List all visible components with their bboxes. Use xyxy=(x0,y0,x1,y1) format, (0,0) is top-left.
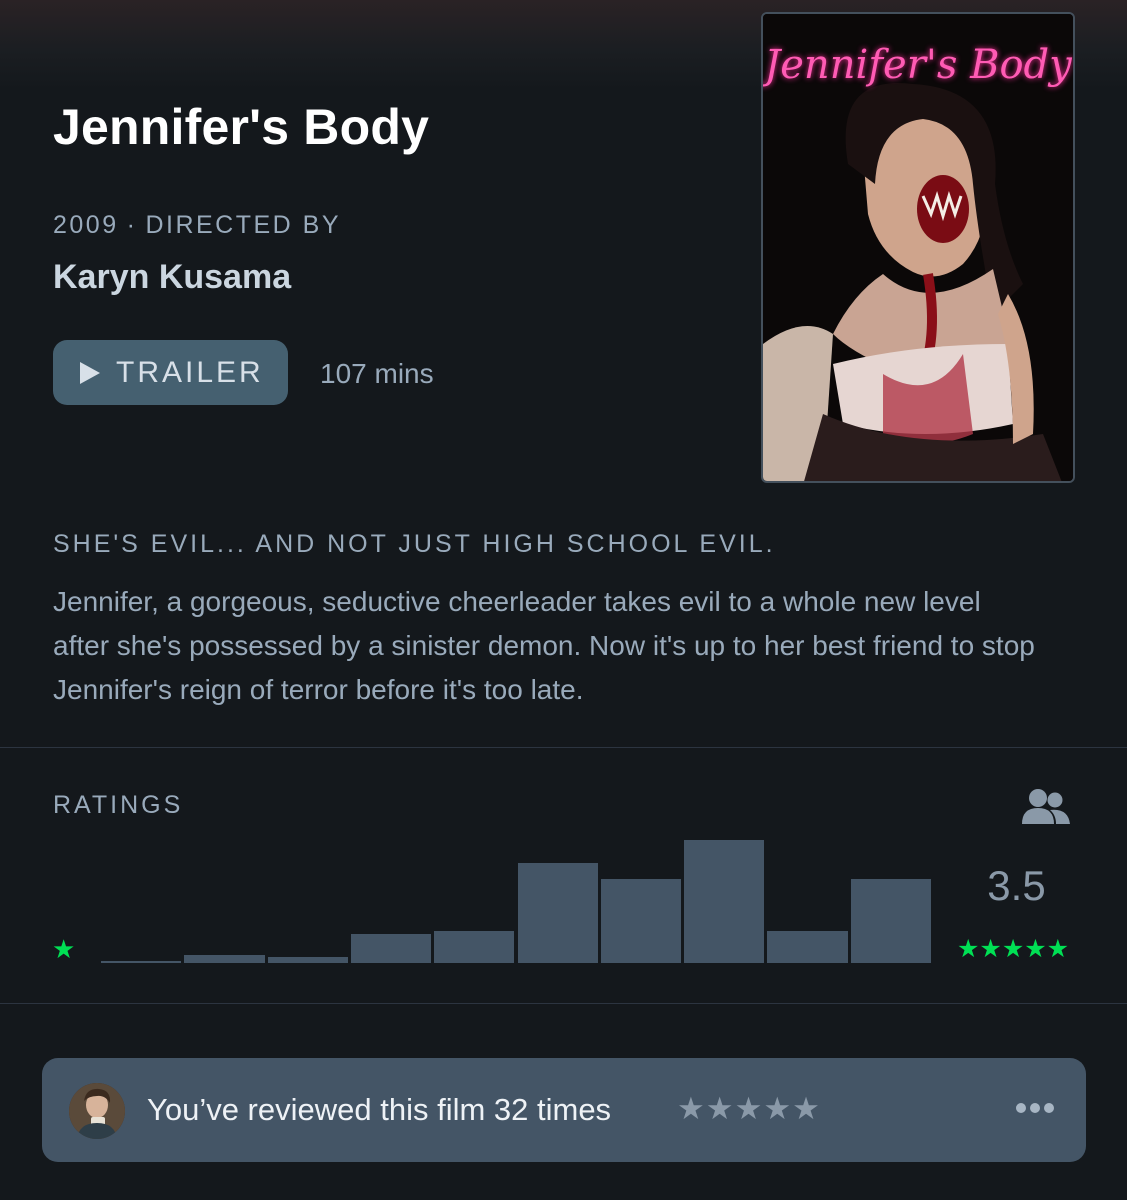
histogram-bar-3[interactable] xyxy=(517,863,598,963)
people-icon-svg xyxy=(1022,789,1070,824)
histogram-bar-2[interactable] xyxy=(350,933,432,963)
play-icon xyxy=(80,361,100,384)
your-review-bar[interactable]: You’ve reviewed this film 32 times ★★★★★ xyxy=(42,1058,1086,1162)
your-rating-stars: ★★★★★ xyxy=(677,1091,821,1126)
histogram-bar-1[interactable] xyxy=(184,954,265,963)
film-meta: 2009 · DIRECTED BY xyxy=(53,211,341,240)
poster-title: Jennifer's Body xyxy=(764,42,1072,88)
histogram-bar-0.5[interactable] xyxy=(101,960,182,963)
min-rating-star: ★ xyxy=(52,934,76,964)
histogram-bar-1.5[interactable] xyxy=(267,957,348,963)
director-name[interactable]: Karyn Kusama xyxy=(53,258,291,297)
average-rating[interactable]: 3.5 xyxy=(958,862,1075,910)
avatar[interactable] xyxy=(69,1083,125,1139)
review-count-text: You’ve reviewed this film 32 times xyxy=(147,1092,612,1127)
histogram-bar-4.5[interactable] xyxy=(767,931,848,963)
more-dot xyxy=(1030,1103,1040,1113)
film-tagline: SHE'S EVIL... AND NOT JUST HIGH SCHOOL E… xyxy=(53,530,776,558)
more-icon[interactable] xyxy=(1016,1103,1054,1113)
max-rating-stars: ★★★★★ xyxy=(957,935,1070,963)
histogram-bar-3.5[interactable] xyxy=(600,878,682,963)
film-synopsis: Jennifer, a gorgeous, seductive cheerlea… xyxy=(53,586,1035,705)
runtime: 107 mins xyxy=(320,358,434,389)
ratings-label[interactable]: RATINGS xyxy=(53,791,183,820)
histogram-bar-4[interactable] xyxy=(684,840,765,963)
release-year[interactable]: 2009 xyxy=(53,211,119,239)
trailer-button[interactable]: TRAILER xyxy=(53,340,288,405)
more-dot xyxy=(1044,1103,1054,1113)
people-icon[interactable] xyxy=(1020,786,1072,831)
avatar-image xyxy=(69,1083,125,1139)
separator-dot: · xyxy=(126,211,138,239)
histogram-bar-5[interactable] xyxy=(850,878,931,963)
divider xyxy=(0,1003,1127,1004)
film-poster[interactable]: Jennifer's Body xyxy=(761,12,1075,483)
directed-by-label: DIRECTED BY xyxy=(145,211,342,239)
film-title: Jennifer's Body xyxy=(53,99,430,155)
trailer-label: TRAILER xyxy=(116,355,264,389)
ratings-histogram xyxy=(101,840,931,963)
histogram-bar-2.5[interactable] xyxy=(434,931,515,963)
divider xyxy=(0,747,1127,748)
more-dot xyxy=(1016,1103,1026,1113)
